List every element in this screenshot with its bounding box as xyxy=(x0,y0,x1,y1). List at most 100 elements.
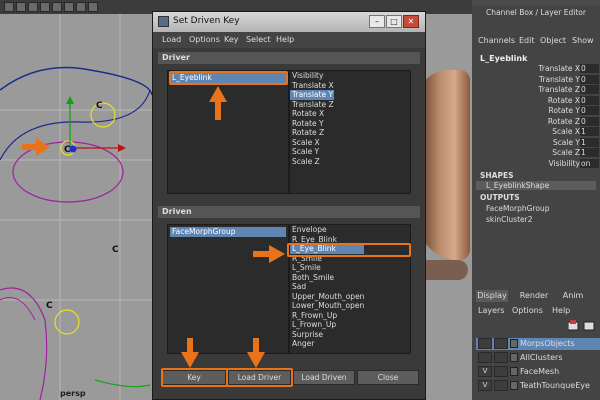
channel-attribute-name: Rotate Z xyxy=(547,116,580,126)
driven-attribute-item[interactable]: L_Frown_Up xyxy=(290,320,364,330)
layer-visibility-toggle[interactable]: V xyxy=(478,380,492,391)
driver-attribute-item[interactable]: Rotate X xyxy=(290,109,334,119)
channel-attribute-value[interactable]: 1 xyxy=(580,127,599,136)
channel-attribute-row[interactable]: Rotate X0 xyxy=(472,95,600,106)
layer-visibility-toggle[interactable]: V xyxy=(478,366,492,377)
layer-row[interactable]: V TeathTounqueEye xyxy=(476,380,600,392)
layer-color-swatch[interactable] xyxy=(510,381,518,390)
channel-box-title: Channel Box / Layer Editor xyxy=(486,8,586,17)
outputs-label: OUTPUTS xyxy=(480,193,520,202)
menu-help[interactable]: Help xyxy=(276,35,294,44)
driver-attribute-item[interactable]: Translate Z xyxy=(290,100,334,110)
menu-layer-options[interactable]: Options xyxy=(512,306,543,315)
menu-select[interactable]: Select xyxy=(246,35,271,44)
driven-attribute-item[interactable]: Lower_Mouth_open xyxy=(290,301,364,311)
driven-object-item[interactable]: FaceMorphGroup xyxy=(170,227,286,237)
layer-color-swatch[interactable] xyxy=(510,353,518,362)
menu-layer-help[interactable]: Help xyxy=(552,306,570,315)
channel-attribute-row[interactable]: Scale Z1 xyxy=(472,148,600,158)
driver-attribute-item[interactable]: Scale Y xyxy=(290,147,334,157)
minimize-button[interactable]: – xyxy=(369,15,385,28)
driven-attribute-item[interactable]: Anger xyxy=(290,339,364,349)
channel-attribute-value[interactable]: 0 xyxy=(580,106,599,115)
driver-attribute-item[interactable]: Visibility xyxy=(290,71,334,81)
layer-visibility-toggle[interactable] xyxy=(478,352,492,363)
layer-playback-toggle[interactable] xyxy=(494,366,508,377)
menu-options[interactable]: Options xyxy=(189,35,220,44)
driven-attribute-item[interactable]: R_Frown_Up xyxy=(290,311,364,321)
menu-key[interactable]: Key xyxy=(224,35,239,44)
layer-name: FaceMesh xyxy=(520,367,560,376)
driven-attribute-item[interactable]: Envelope xyxy=(290,225,364,235)
channel-attribute-value[interactable]: 0 xyxy=(580,85,599,94)
driven-attribute-item[interactable]: L_Smile xyxy=(290,263,364,273)
driver-attribute-item[interactable]: Scale X xyxy=(290,138,334,148)
driven-attribute-item[interactable]: Both_Smile xyxy=(290,273,364,283)
driver-section-header[interactable]: Driver xyxy=(158,52,420,64)
layer-color-swatch[interactable] xyxy=(510,339,518,348)
driver-attribute-item[interactable]: Scale Z xyxy=(290,157,334,167)
driven-attribute-item[interactable]: Surprise xyxy=(290,330,364,340)
layer-visibility-toggle[interactable] xyxy=(478,338,492,349)
driven-attribute-item[interactable]: Sad xyxy=(290,282,364,292)
channel-attribute-row[interactable]: Rotate Y0 xyxy=(472,106,600,116)
menu-load[interactable]: Load xyxy=(162,35,181,44)
channel-attribute-row[interactable]: Rotate Z0 xyxy=(472,116,600,127)
driver-attribute-item[interactable]: Translate Y xyxy=(290,90,334,100)
channel-attribute-row[interactable]: Translate X0 xyxy=(472,64,600,74)
driver-attribute-list[interactable]: Visibility Translate X Translate Y Translat… xyxy=(289,70,411,194)
tab-render[interactable]: Render xyxy=(518,290,550,302)
channel-box-node-name[interactable]: L_Eyeblink xyxy=(480,54,527,63)
tab-display[interactable]: Display xyxy=(476,290,508,302)
dialog-titlebar[interactable]: Set Driven Key – □ ✕ xyxy=(153,12,425,32)
highlight-driven-attribute xyxy=(287,243,411,257)
menu-layers[interactable]: Layers xyxy=(478,306,504,315)
layer-playback-toggle[interactable] xyxy=(494,352,508,363)
channel-attribute-value[interactable]: 1 xyxy=(580,148,599,157)
channel-attribute-value[interactable]: 0 xyxy=(580,95,599,105)
output-node[interactable]: FaceMorphGroup xyxy=(486,204,549,213)
channel-attribute-row[interactable]: Scale Y1 xyxy=(472,137,600,148)
channel-attribute-row[interactable]: Scale X1 xyxy=(472,127,600,137)
layer-tool-icons[interactable] xyxy=(568,320,598,332)
driven-attribute-item[interactable]: Upper_Mouth_open xyxy=(290,292,364,302)
driver-object-list[interactable]: L_Eyeblink xyxy=(167,70,289,194)
channel-attribute-value[interactable]: 0 xyxy=(580,74,599,84)
load-driven-button[interactable]: Load Driven xyxy=(293,370,355,385)
channel-attribute-value[interactable]: 0 xyxy=(580,64,599,73)
driven-section-header[interactable]: Driven xyxy=(158,206,420,218)
channel-attribute-row[interactable]: Translate Z0 xyxy=(472,85,600,95)
driver-attribute-item[interactable]: Rotate Z xyxy=(290,128,334,138)
channel-attribute-value[interactable]: on xyxy=(580,158,599,168)
channel-attribute-row[interactable]: Visibility on xyxy=(472,158,600,169)
layer-row[interactable]: AllClusters xyxy=(476,352,600,364)
channel-attribute-value[interactable]: 0 xyxy=(580,116,599,126)
layer-color-swatch[interactable] xyxy=(510,367,518,376)
menu-object[interactable]: Object xyxy=(540,36,566,45)
layer-row[interactable]: MorpsObjects xyxy=(476,338,600,350)
layer-name: AllClusters xyxy=(520,353,563,362)
menu-show[interactable]: Show xyxy=(572,36,594,45)
highlight-driver-object xyxy=(169,71,288,85)
maximize-button[interactable]: □ xyxy=(386,15,402,28)
channel-attribute-name: Scale Y xyxy=(552,137,580,147)
close-window-button[interactable]: ✕ xyxy=(403,15,419,28)
tab-anim[interactable]: Anim xyxy=(558,290,588,302)
layer-playback-toggle[interactable] xyxy=(494,380,508,391)
close-button[interactable]: Close xyxy=(357,370,419,385)
menu-channels[interactable]: Channels xyxy=(478,36,515,45)
highlight-load-driver-button xyxy=(226,368,293,387)
layer-playback-toggle[interactable] xyxy=(494,338,508,349)
channel-attribute-row[interactable]: Translate Y0 xyxy=(472,74,600,85)
menu-edit[interactable]: Edit xyxy=(519,36,535,45)
driver-attribute-item[interactable]: Rotate Y xyxy=(290,119,334,129)
driver-attribute-item[interactable]: Translate X xyxy=(290,81,334,91)
channel-attribute-value[interactable]: 1 xyxy=(580,137,599,147)
control-label: C xyxy=(64,145,71,155)
layer-name: TeathTounqueEye xyxy=(520,381,590,390)
shape-node[interactable]: L_EyeblinkShape xyxy=(476,181,596,190)
highlight-key-button xyxy=(161,368,228,387)
driven-object-list[interactable]: FaceMorphGroup xyxy=(167,224,289,354)
output-node[interactable]: skinCluster2 xyxy=(486,215,532,224)
layer-row[interactable]: V FaceMesh xyxy=(476,366,600,378)
